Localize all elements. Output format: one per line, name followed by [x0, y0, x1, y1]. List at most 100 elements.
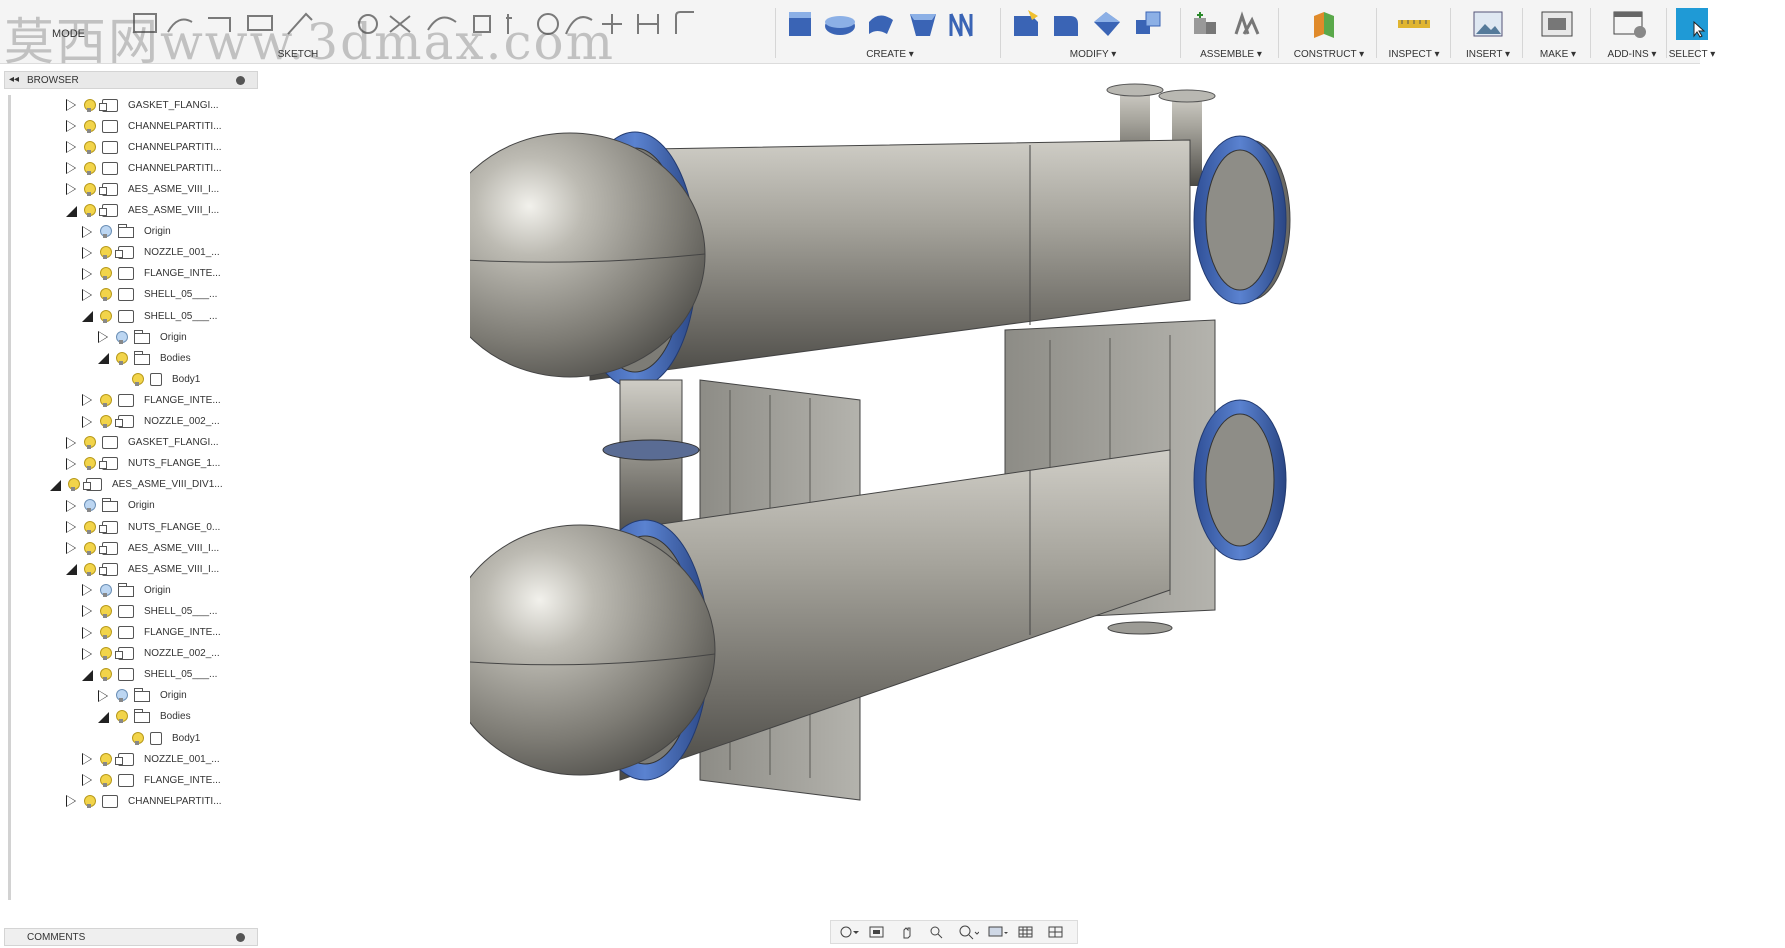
tree-row[interactable]: FLANGE_INTE...: [82, 623, 221, 643]
assemble-tools-icons[interactable]: [1186, 4, 1276, 44]
collapse-panel-icon[interactable]: ◂◂: [9, 74, 19, 85]
3d-print-icon[interactable]: [1528, 4, 1588, 44]
insert-image-icon[interactable]: [1456, 4, 1520, 44]
tree-row[interactable]: CHANNELPARTITI...: [66, 791, 222, 811]
expand-arrow-icon[interactable]: [66, 457, 76, 470]
tree-row[interactable]: AES_ASME_VIII_DIV1...: [50, 475, 223, 495]
panel-pin-icon[interactable]: [236, 76, 245, 85]
visibility-bulb-icon[interactable]: [84, 794, 96, 808]
visibility-bulb-icon[interactable]: [84, 436, 96, 450]
modify-tools-icons[interactable]: [1008, 4, 1178, 44]
visibility-bulb-icon[interactable]: [84, 520, 96, 534]
expand-arrow-icon[interactable]: [82, 246, 92, 259]
visibility-bulb-icon[interactable]: [68, 478, 80, 492]
visibility-bulb-icon[interactable]: [100, 246, 112, 260]
visibility-bulb-icon[interactable]: [84, 562, 96, 576]
select-cursor-icon[interactable]: [1672, 4, 1712, 44]
visibility-bulb-icon[interactable]: [100, 225, 112, 239]
visibility-bulb-icon[interactable]: [116, 710, 128, 724]
grid-icon[interactable]: [1017, 924, 1039, 940]
tree-row[interactable]: FLANGE_INTE...: [82, 770, 221, 790]
collapse-arrow-icon[interactable]: [66, 205, 77, 217]
tree-row[interactable]: NOZZLE_001_...: [82, 243, 220, 263]
visibility-bulb-icon[interactable]: [84, 98, 96, 112]
expand-arrow-icon[interactable]: [66, 99, 76, 111]
visibility-bulb-icon[interactable]: [100, 752, 112, 766]
visibility-bulb-icon[interactable]: [84, 541, 96, 555]
zoom-window-icon[interactable]: [957, 924, 979, 940]
insert-menu[interactable]: INSERT ▾: [1456, 49, 1520, 60]
tree-row[interactable]: Origin: [98, 686, 187, 706]
expand-arrow-icon[interactable]: [66, 162, 76, 175]
visibility-bulb-icon[interactable]: [100, 393, 112, 407]
modify-menu[interactable]: MODIFY ▾: [1008, 49, 1178, 60]
visibility-bulb-icon[interactable]: [100, 267, 112, 281]
expand-arrow-icon[interactable]: [82, 774, 92, 787]
visibility-bulb-icon[interactable]: [116, 351, 128, 365]
tree-row[interactable]: NOZZLE_002_...: [82, 412, 220, 432]
select-menu[interactable]: SELECT ▾: [1662, 49, 1722, 60]
display-settings-icon[interactable]: [987, 924, 1009, 940]
expand-arrow-icon[interactable]: [66, 542, 76, 555]
tree-row[interactable]: GASKET_FLANGI...: [66, 95, 219, 115]
expand-arrow-icon[interactable]: [82, 394, 92, 407]
visibility-bulb-icon[interactable]: [84, 204, 96, 217]
tree-row[interactable]: CHANNELPARTITI...: [66, 158, 222, 178]
pan-icon[interactable]: [897, 924, 919, 940]
tree-row[interactable]: NUTS_FLANGE_1...: [66, 454, 220, 474]
visibility-bulb-icon[interactable]: [84, 457, 96, 471]
tree-row[interactable]: GASKET_FLANGI...: [66, 433, 219, 453]
expand-arrow-icon[interactable]: [98, 689, 108, 702]
expand-arrow-icon[interactable]: [66, 436, 76, 449]
collapse-arrow-icon[interactable]: [98, 711, 109, 723]
look-at-icon[interactable]: [867, 924, 889, 940]
expand-arrow-icon[interactable]: [66, 521, 76, 533]
tree-row[interactable]: Origin: [82, 222, 171, 242]
collapse-arrow-icon[interactable]: [82, 669, 93, 681]
visibility-bulb-icon[interactable]: [84, 182, 96, 196]
visibility-bulb-icon[interactable]: [100, 604, 112, 618]
make-menu[interactable]: MAKE ▾: [1528, 49, 1588, 60]
visibility-bulb-icon[interactable]: [100, 288, 112, 302]
viewports-icon[interactable]: [1047, 924, 1069, 940]
expand-arrow-icon[interactable]: [82, 605, 92, 618]
visibility-bulb-icon[interactable]: [100, 626, 112, 639]
tree-row[interactable]: Bodies: [98, 348, 191, 368]
expand-arrow-icon[interactable]: [82, 626, 92, 639]
expand-arrow-icon[interactable]: [82, 288, 92, 301]
visibility-bulb-icon[interactable]: [100, 773, 112, 787]
expand-arrow-icon[interactable]: [82, 753, 92, 766]
tree-row[interactable]: NOZZLE_001_...: [82, 749, 220, 769]
visibility-bulb-icon[interactable]: [100, 309, 112, 323]
tree-row[interactable]: NOZZLE_002_...: [82, 644, 220, 664]
visibility-bulb-icon[interactable]: [84, 140, 96, 154]
visibility-bulb-icon[interactable]: [84, 119, 96, 133]
visibility-bulb-icon[interactable]: [84, 161, 96, 175]
scripts-addins-icon[interactable]: [1596, 4, 1668, 44]
measure-icon[interactable]: [1382, 4, 1446, 44]
zoom-icon[interactable]: [927, 924, 949, 940]
tree-row[interactable]: SHELL_05___...: [82, 306, 217, 326]
create-menu[interactable]: CREATE ▾: [785, 49, 995, 60]
model-viewport[interactable]: [434, 80, 1500, 920]
tree-row[interactable]: Body1: [114, 728, 200, 748]
visibility-bulb-icon[interactable]: [116, 330, 128, 344]
collapse-arrow-icon[interactable]: [98, 353, 109, 365]
visibility-bulb-icon[interactable]: [84, 499, 96, 513]
tree-row[interactable]: SHELL_05___...: [82, 285, 217, 305]
tree-row[interactable]: AES_ASME_VIII_I...: [66, 201, 219, 221]
inspect-menu[interactable]: INSPECT ▾: [1382, 49, 1446, 60]
tree-row[interactable]: Origin: [66, 496, 155, 516]
visibility-bulb-icon[interactable]: [132, 731, 144, 745]
visibility-bulb-icon[interactable]: [100, 668, 112, 682]
tree-row[interactable]: CHANNELPARTITI...: [66, 137, 222, 157]
tree-row[interactable]: SHELL_05___...: [82, 665, 217, 685]
orbit-icon[interactable]: [837, 924, 859, 940]
expand-arrow-icon[interactable]: [66, 120, 76, 133]
visibility-bulb-icon[interactable]: [100, 647, 112, 661]
expand-arrow-icon[interactable]: [82, 584, 92, 597]
tree-row[interactable]: AES_ASME_VIII_I...: [66, 538, 219, 558]
collapse-arrow-icon[interactable]: [82, 311, 93, 322]
browser-panel-header[interactable]: ◂◂ BROWSER: [4, 71, 258, 89]
expand-arrow-icon[interactable]: [82, 415, 92, 428]
